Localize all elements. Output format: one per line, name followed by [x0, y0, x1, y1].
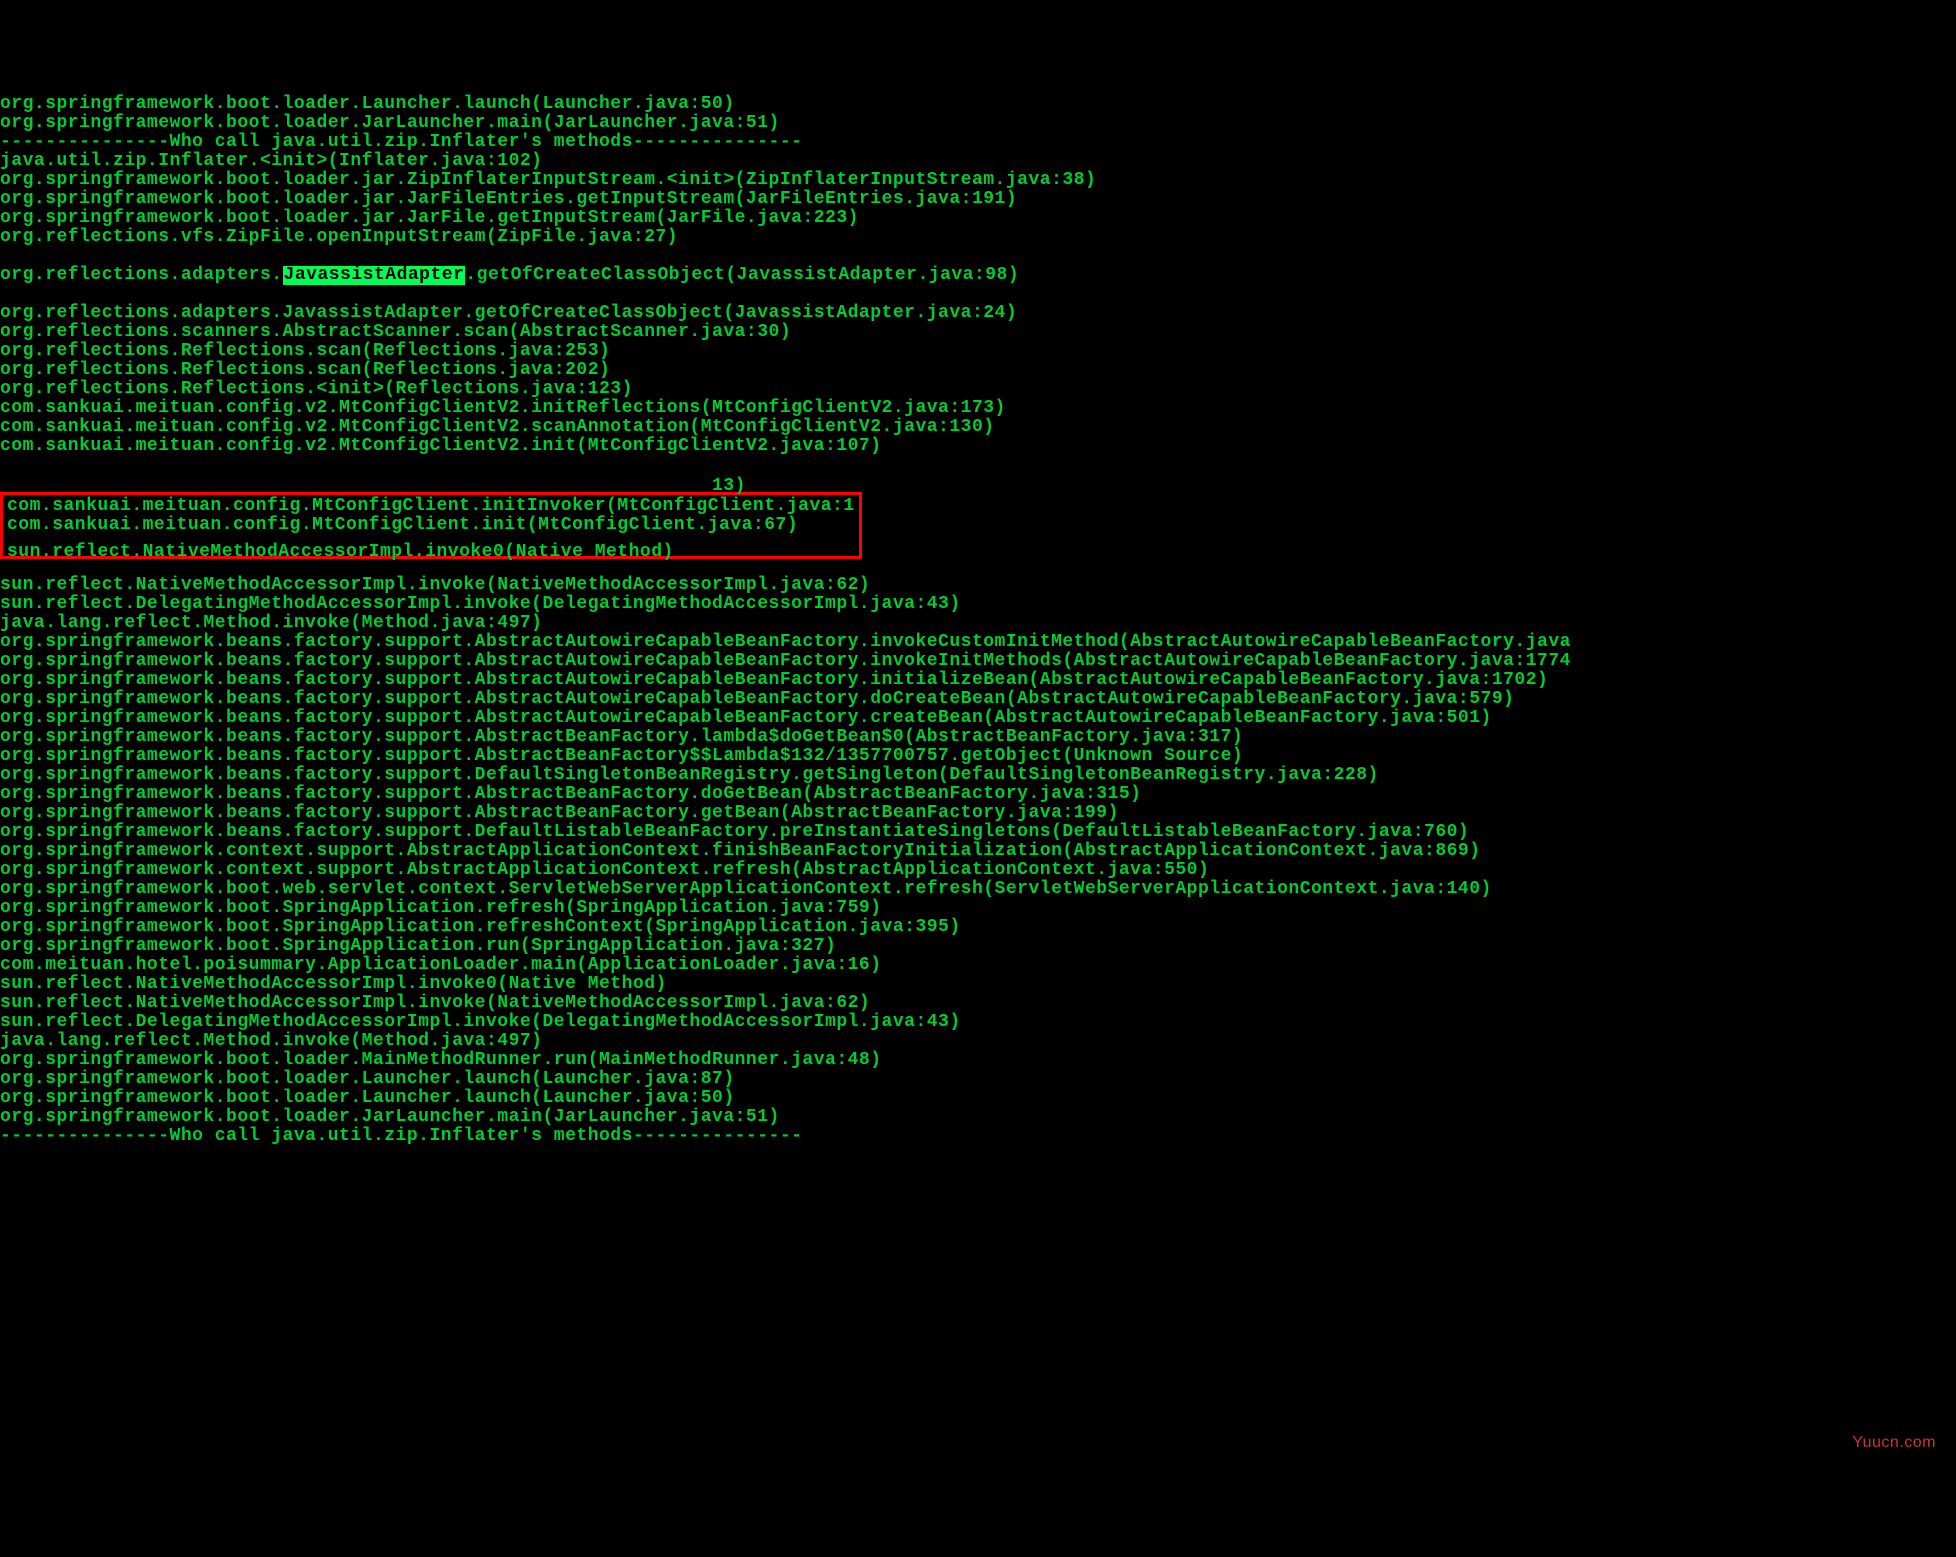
- stack-trace-line: org.springframework.boot.web.servlet.con…: [0, 880, 1956, 899]
- stack-trace-line: com.sankuai.meituan.config.v2.MtConfigCl…: [0, 437, 1956, 456]
- stack-trace-line: org.reflections.adapters.JavassistAdapte…: [0, 266, 1956, 285]
- stack-trace-line: org.springframework.boot.loader.JarLaunc…: [0, 114, 1956, 133]
- stack-trace-line: sun.reflect.NativeMethodAccessorImpl.inv…: [0, 994, 1956, 1013]
- highlighted-text: JavassistAdapter: [283, 266, 466, 285]
- stack-trace-line: org.springframework.beans.factory.suppor…: [0, 633, 1956, 652]
- stack-trace-line: org.springframework.beans.factory.suppor…: [0, 823, 1956, 842]
- stack-trace-line: sun.reflect.NativeMethodAccessorImpl.inv…: [7, 543, 855, 562]
- stack-trace-line: org.springframework.beans.factory.suppor…: [0, 804, 1956, 823]
- stack-trace-line: org.springframework.beans.factory.suppor…: [0, 747, 1956, 766]
- stack-trace-line: org.reflections.vfs.ZipFile.openInputStr…: [0, 228, 1956, 247]
- stack-trace-line: org.springframework.boot.SpringApplicati…: [0, 937, 1956, 956]
- stack-trace-line: org.springframework.boot.loader.jar.JarF…: [0, 190, 1956, 209]
- stack-trace-line: ---------------Who call java.util.zip.In…: [0, 133, 1956, 152]
- stack-trace-line: com.sankuai.meituan.config.MtConfigClien…: [7, 497, 855, 516]
- stack-trace-line: com.sankuai.meituan.config.v2.MtConfigCl…: [0, 399, 1956, 418]
- watermark: Yuucn.com: [1852, 1433, 1936, 1452]
- stack-trace-line: org.springframework.boot.SpringApplicati…: [0, 918, 1956, 937]
- stack-trace-line: org.reflections.Reflections.scan(Reflect…: [0, 342, 1956, 361]
- overflow-text: 13): [712, 477, 746, 496]
- terminal-output[interactable]: org.springframework.boot.loader.Launcher…: [0, 76, 1956, 1462]
- stack-trace-line: org.springframework.beans.factory.suppor…: [0, 785, 1956, 804]
- stack-trace-line: org.springframework.beans.factory.suppor…: [0, 766, 1956, 785]
- stack-trace-line: org.springframework.beans.factory.suppor…: [0, 709, 1956, 728]
- stack-trace-line: ---------------Who call java.util.zip.In…: [0, 1127, 1956, 1146]
- stack-trace-line: org.springframework.beans.factory.suppor…: [0, 652, 1956, 671]
- stack-trace-line: com.sankuai.meituan.config.v2.MtConfigCl…: [0, 418, 1956, 437]
- stack-trace-line: org.springframework.beans.factory.suppor…: [0, 671, 1956, 690]
- stack-trace-line: java.lang.reflect.Method.invoke(Method.j…: [0, 1032, 1956, 1051]
- stack-trace-line: sun.reflect.NativeMethodAccessorImpl.inv…: [0, 576, 1956, 595]
- stack-trace-line: org.springframework.boot.loader.jar.JarF…: [0, 209, 1956, 228]
- boxed-region-wrapper: com.sankuai.meituan.config.MtConfigClien…: [0, 475, 1956, 557]
- stack-trace-line: org.springframework.boot.loader.Launcher…: [0, 1070, 1956, 1089]
- stack-trace-line: org.springframework.boot.loader.Launcher…: [0, 1089, 1956, 1108]
- stack-trace-line: com.sankuai.meituan.config.MtConfigClien…: [7, 516, 855, 535]
- stack-trace-line: org.reflections.Reflections.scan(Reflect…: [0, 361, 1956, 380]
- stack-trace-line: sun.reflect.NativeMethodAccessorImpl.inv…: [0, 975, 1956, 994]
- stack-trace-line: java.lang.reflect.Method.invoke(Method.j…: [0, 614, 1956, 633]
- stack-trace-line: org.springframework.beans.factory.suppor…: [0, 728, 1956, 747]
- stack-trace-line: org.springframework.context.support.Abst…: [0, 861, 1956, 880]
- stack-trace-line: org.reflections.adapters.JavassistAdapte…: [0, 304, 1956, 323]
- stack-trace-line: org.springframework.boot.loader.MainMeth…: [0, 1051, 1956, 1070]
- stack-trace-line: sun.reflect.DelegatingMethodAccessorImpl…: [0, 595, 1956, 614]
- stack-trace-line: org.springframework.boot.loader.Launcher…: [0, 95, 1956, 114]
- stack-trace-line: java.util.zip.Inflater.<init>(Inflater.j…: [0, 152, 1956, 171]
- stack-trace-line: org.springframework.context.support.Abst…: [0, 842, 1956, 861]
- stack-trace-line: org.springframework.beans.factory.suppor…: [0, 690, 1956, 709]
- stack-trace-line: org.reflections.Reflections.<init>(Refle…: [0, 380, 1956, 399]
- stack-trace-line: org.springframework.boot.SpringApplicati…: [0, 899, 1956, 918]
- stack-trace-line: sun.reflect.DelegatingMethodAccessorImpl…: [0, 1013, 1956, 1032]
- stack-trace-line: org.springframework.boot.loader.JarLaunc…: [0, 1108, 1956, 1127]
- stack-trace-line: com.meituan.hotel.poisummary.Application…: [0, 956, 1956, 975]
- stack-trace-line: org.springframework.boot.loader.jar.ZipI…: [0, 171, 1956, 190]
- stack-trace-line: org.reflections.scanners.AbstractScanner…: [0, 323, 1956, 342]
- red-highlight-box: com.sankuai.meituan.config.MtConfigClien…: [0, 492, 862, 559]
